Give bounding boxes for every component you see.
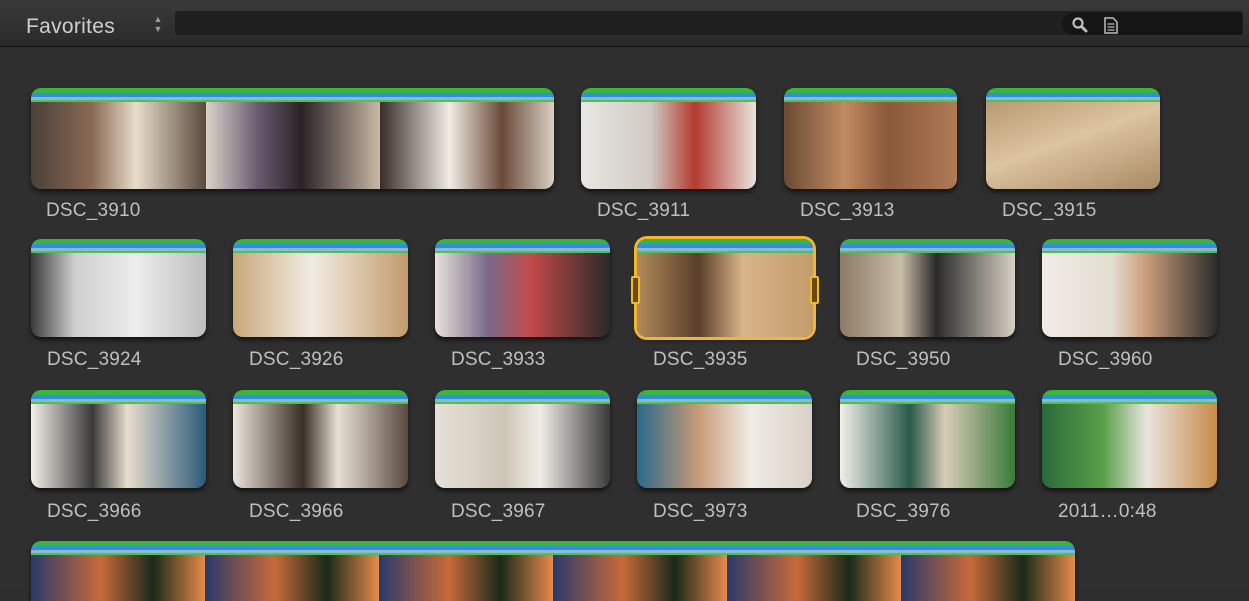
clip-label: DSC_3966 [249, 501, 344, 522]
video-frame [233, 404, 408, 488]
filmstrip-frame [380, 102, 554, 189]
clip-label: 2011…0:48 [1058, 501, 1157, 522]
favorites-filter-menu[interactable]: Favorites [26, 15, 115, 39]
filmstrip-frame [379, 555, 553, 601]
video-frame [581, 102, 756, 189]
filmstrip-frame [31, 102, 206, 189]
clip-label: DSC_3950 [856, 349, 951, 370]
clip-thumbnail[interactable] [233, 390, 408, 488]
clip-thumbnail[interactable] [986, 88, 1160, 189]
clip-label: DSC_3960 [1058, 349, 1153, 370]
clip-label: DSC_3973 [653, 501, 748, 522]
trim-handle-left[interactable] [631, 276, 640, 304]
clip-label: DSC_3935 [653, 349, 748, 370]
clip-thumbnail[interactable] [31, 390, 206, 488]
video-frame [31, 404, 206, 488]
clip-thumbnail[interactable] [435, 390, 610, 488]
trim-handle-right[interactable] [810, 276, 819, 304]
browser-toolbar: Favorites ▲ ▼ [0, 0, 1249, 47]
video-frame [637, 253, 813, 337]
clip-thumbnail[interactable] [31, 88, 554, 189]
filmstrip-frame [31, 555, 205, 601]
clip-thumbnail-selected[interactable] [637, 239, 813, 337]
video-frame [233, 253, 408, 337]
clip-thumbnail[interactable] [31, 541, 1075, 601]
video-frame [31, 253, 206, 337]
video-frame [1042, 253, 1217, 337]
clip-thumbnail[interactable] [784, 88, 957, 189]
clip-label: DSC_3966 [47, 501, 142, 522]
video-frame [435, 404, 610, 488]
clip-label: DSC_3913 [800, 200, 895, 221]
clip-label: DSC_3933 [451, 349, 546, 370]
clip-thumbnail[interactable] [435, 239, 610, 337]
clip-thumbnail[interactable] [1042, 239, 1217, 337]
filmstrip-frame [553, 555, 727, 601]
clip-thumbnail[interactable] [1042, 390, 1217, 488]
filmstrip-frame [206, 102, 380, 189]
video-frame [1042, 404, 1217, 488]
clip-thumbnail[interactable] [840, 239, 1015, 337]
clip-thumbnail[interactable] [581, 88, 756, 189]
video-frame [840, 404, 1015, 488]
video-frame [784, 102, 957, 189]
clip-thumbnail[interactable] [31, 239, 206, 337]
clip-thumbnail[interactable] [840, 390, 1015, 488]
clip-thumbnail[interactable] [233, 239, 408, 337]
document-icon[interactable] [1104, 17, 1118, 34]
clip-label: DSC_3911 [597, 200, 691, 221]
video-frame [637, 404, 812, 488]
clip-browser: DSC_3910 DSC_3911 DSC_3913 DSC_3915 DSC_… [0, 47, 1249, 601]
search-field[interactable] [1062, 13, 1242, 35]
video-frame [840, 253, 1015, 337]
clip-label: DSC_3910 [46, 200, 141, 221]
clip-label: DSC_3926 [249, 349, 344, 370]
clip-label: DSC_3967 [451, 501, 546, 522]
filmstrip-frame [901, 555, 1075, 601]
clip-thumbnail[interactable] [637, 390, 812, 488]
up-down-arrows-icon[interactable]: ▲ ▼ [153, 14, 163, 34]
filmstrip-frame [205, 555, 379, 601]
video-frame [986, 102, 1160, 189]
filmstrip-frame [727, 555, 901, 601]
clip-label: DSC_3976 [856, 501, 951, 522]
clip-label: DSC_3915 [1002, 200, 1097, 221]
video-frame [435, 253, 610, 337]
search-icon[interactable] [1071, 16, 1089, 34]
clip-label: DSC_3924 [47, 349, 142, 370]
